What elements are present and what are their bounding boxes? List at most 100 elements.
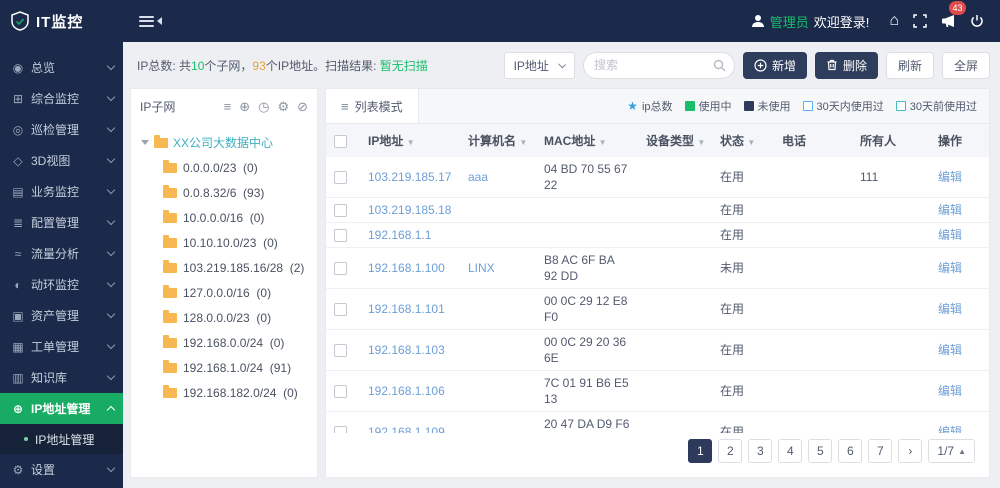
next-page-button[interactable]: › — [898, 439, 923, 463]
page-indicator[interactable]: 1/7 ▲ — [928, 439, 975, 463]
edit-link[interactable]: 编辑 — [938, 170, 962, 184]
page-button-5[interactable]: 5 — [808, 439, 833, 463]
column-header[interactable]: 状态 ▼ — [712, 124, 774, 157]
tree-subnet-item[interactable]: 0.0.8.32/6 (93) — [137, 180, 311, 205]
table-row: 192.168.1.101 00 0C 29 12 E8 F0 在用 编辑 — [326, 288, 989, 330]
column-header[interactable]: 设备类型 ▼ — [638, 124, 712, 157]
ip-link[interactable]: 192.168.1.106 — [368, 384, 445, 398]
app-logo[interactable]: IT监控 — [0, 11, 123, 32]
edit-link[interactable]: 编辑 — [938, 425, 962, 433]
sidebar-item-6[interactable]: ≣ 配置管理 — [0, 207, 123, 238]
page-button-7[interactable]: 7 — [868, 439, 893, 463]
column-header[interactable]: IP地址 ▼ — [360, 124, 460, 157]
fullscreen-button[interactable]: 全屏 — [941, 51, 990, 79]
ip-link[interactable]: 103.219.185.17 — [368, 170, 451, 184]
select-all-checkbox[interactable] — [334, 134, 347, 148]
tree-subnet-item[interactable]: 103.219.185.16/28 (2) — [137, 255, 311, 280]
page-button-1[interactable]: 1 — [688, 439, 713, 463]
delete-button[interactable]: 删除 — [814, 51, 878, 79]
add-button[interactable]: 新增 — [742, 51, 807, 79]
device-type-cell — [638, 197, 712, 223]
sidebar-item-13[interactable]: ⚙ 设置 — [0, 454, 123, 485]
tree-root-node[interactable]: XX公司大数据中心 — [137, 129, 311, 155]
edit-link[interactable]: 编辑 — [938, 203, 962, 217]
ip-link[interactable]: 192.168.1.1 — [368, 228, 431, 242]
page-button-6[interactable]: 6 — [838, 439, 863, 463]
row-checkbox[interactable] — [334, 204, 347, 218]
row-checkbox[interactable] — [334, 303, 347, 317]
notification-icon[interactable] — [941, 14, 956, 28]
column-header[interactable]: MAC地址 ▼ — [536, 124, 638, 157]
add-subnet-icon[interactable]: ⊕ — [239, 100, 250, 113]
edit-link[interactable]: 编辑 — [938, 228, 962, 242]
edit-link[interactable]: 编辑 — [938, 261, 962, 275]
sidebar-item-3[interactable]: ◎ 巡检管理 — [0, 114, 123, 145]
sidebar-item-9[interactable]: ▣ 资产管理 — [0, 300, 123, 331]
tree-subnet-item[interactable]: 0.0.0.0/23 (0) — [137, 155, 311, 180]
sidebar-item-4[interactable]: ◇ 3D视图 — [0, 145, 123, 176]
ip-link[interactable]: 192.168.1.101 — [368, 302, 445, 316]
tree-subnet-item[interactable]: 192.168.1.0/24 (91) — [137, 355, 311, 380]
user-name-link[interactable]: 管理员 — [770, 12, 809, 31]
top-icon-group: ⌂ — [889, 13, 984, 29]
tree-subnet-item[interactable]: 128.0.0.0/23 (0) — [137, 305, 311, 330]
filter-select[interactable]: IP地址 — [503, 51, 575, 79]
edit-link[interactable]: 编辑 — [938, 302, 962, 316]
mac-cell: 7C 01 91 B6 E5 13 — [536, 370, 638, 412]
tree-subnet-item[interactable]: 127.0.0.0/16 (0) — [137, 280, 311, 305]
tree-settings-icon[interactable]: ⚙ — [277, 100, 289, 113]
sidebar-item-7[interactable]: ≈ 流量分析 — [0, 238, 123, 269]
collapse-sidebar-button[interactable] — [139, 15, 162, 27]
tree-subnet-item[interactable]: 10.10.10.0/23 (0) — [137, 230, 311, 255]
refresh-button[interactable]: 刷新 — [885, 51, 934, 79]
row-checkbox[interactable] — [334, 171, 347, 185]
bullet-icon — [24, 437, 28, 441]
ip-link[interactable]: 103.219.185.18 — [368, 203, 451, 217]
folder-icon — [163, 385, 177, 398]
sidebar-item-label: 设置 — [31, 463, 56, 477]
mac-cell: 20 47 DA D9 F6 C2 — [536, 411, 638, 433]
sort-icon[interactable]: ▼ — [407, 138, 415, 147]
edit-link[interactable]: 编辑 — [938, 384, 962, 398]
row-checkbox[interactable] — [334, 385, 347, 399]
fullscreen-icon[interactable] — [913, 14, 927, 28]
row-checkbox[interactable] — [334, 262, 347, 276]
column-header[interactable]: 计算机名 ▼ — [460, 124, 536, 157]
add-icon — [754, 58, 767, 72]
tree-subnet-item[interactable]: 192.168.182.0/24 (0) — [137, 380, 311, 405]
list-view-icon[interactable]: ≡ — [224, 100, 232, 113]
sidebar-item-1[interactable]: ◉ 总览 — [0, 52, 123, 83]
sidebar-item-5[interactable]: ▤ 业务监控 — [0, 176, 123, 207]
sort-icon[interactable]: ▼ — [519, 138, 527, 147]
ip-link[interactable]: 192.168.1.109 — [368, 425, 445, 433]
row-checkbox[interactable] — [334, 344, 347, 358]
ip-link[interactable]: 192.168.1.103 — [368, 343, 445, 357]
tree-subnet-item[interactable]: 192.168.0.0/24 (0) — [137, 330, 311, 355]
edit-link[interactable]: 编辑 — [938, 343, 962, 357]
power-icon[interactable] — [970, 14, 984, 28]
mac-cell: 00 0C 29 12 E8 F0 — [536, 288, 638, 330]
tree-subnet-item[interactable]: 10.0.0.0/16 (0) — [137, 205, 311, 230]
page-button-4[interactable]: 4 — [778, 439, 803, 463]
computer-name-link[interactable]: LINX — [468, 261, 495, 275]
sidebar-item-8[interactable]: ◐ 动环监控 — [0, 269, 123, 300]
ip-link[interactable]: 192.168.1.100 — [368, 261, 445, 275]
scan-history-icon[interactable]: ◷ — [258, 100, 269, 113]
sort-icon[interactable]: ▼ — [599, 138, 607, 147]
sidebar-item-10[interactable]: ▦ 工单管理 — [0, 331, 123, 362]
legend-item: ★ ip总数 — [627, 98, 672, 114]
page-button-3[interactable]: 3 — [748, 439, 773, 463]
sidebar-item-2[interactable]: ⊞ 综合监控 — [0, 83, 123, 114]
sidebar-item-12[interactable]: ⊕ IP地址管理 — [0, 393, 123, 424]
home-icon[interactable]: ⌂ — [889, 13, 899, 29]
page-button-2[interactable]: 2 — [718, 439, 743, 463]
sort-icon[interactable]: ▼ — [747, 138, 755, 147]
hide-icon[interactable]: ⊘ — [297, 100, 308, 113]
row-checkbox[interactable] — [334, 229, 347, 243]
sidebar-item-11[interactable]: ▥ 知识库 — [0, 362, 123, 393]
sort-icon[interactable]: ▼ — [697, 138, 705, 147]
computer-name-link[interactable]: aaa — [468, 170, 488, 184]
row-checkbox[interactable] — [334, 426, 347, 433]
tab-list-mode[interactable]: ≡ 列表模式 — [326, 89, 419, 123]
sidebar-subitem-ip-management[interactable]: IP地址管理 — [0, 424, 123, 454]
